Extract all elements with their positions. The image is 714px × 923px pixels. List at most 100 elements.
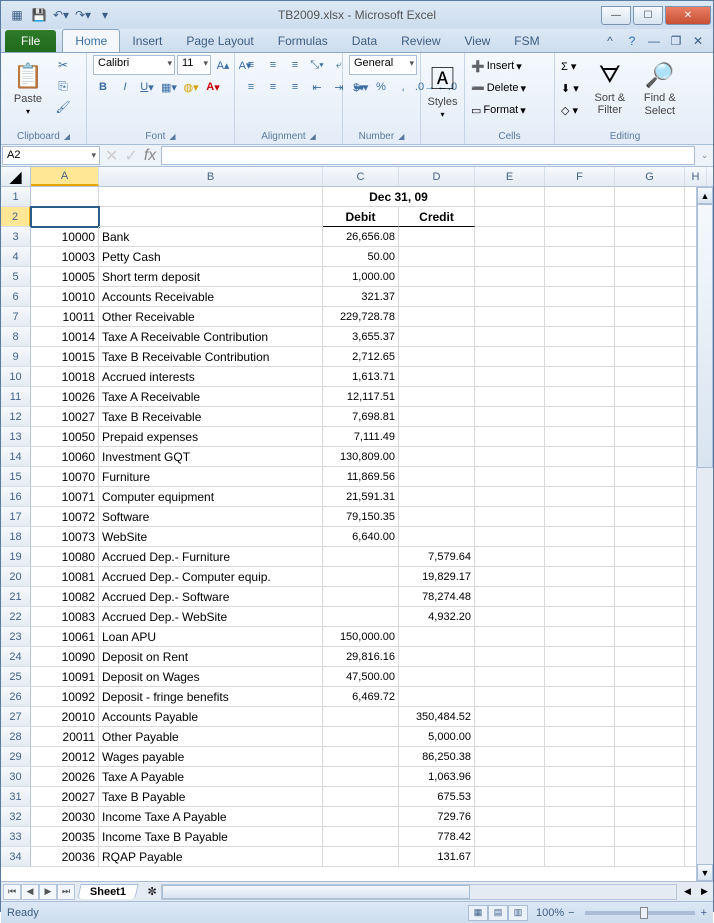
name-box[interactable]: A2 bbox=[2, 146, 100, 165]
cell[interactable]: 729.76 bbox=[399, 807, 475, 827]
cell[interactable]: Taxe B Payable bbox=[99, 787, 323, 807]
cell[interactable]: Accrued Dep.- Software bbox=[99, 587, 323, 607]
cell[interactable]: 10061 bbox=[31, 627, 99, 647]
cell[interactable]: 21,591.31 bbox=[323, 487, 399, 507]
cell[interactable]: Accrued interests bbox=[99, 367, 323, 387]
row-header[interactable]: 23 bbox=[1, 627, 31, 647]
cell[interactable] bbox=[475, 827, 545, 847]
cell[interactable] bbox=[399, 367, 475, 387]
cell[interactable] bbox=[545, 847, 615, 867]
zoom-level[interactable]: 100% bbox=[536, 907, 564, 919]
cell[interactable] bbox=[323, 607, 399, 627]
column-header[interactable]: B bbox=[99, 167, 323, 186]
cell[interactable]: 10073 bbox=[31, 527, 99, 547]
row-header[interactable]: 18 bbox=[1, 527, 31, 547]
cell[interactable] bbox=[323, 847, 399, 867]
zoom-in-icon[interactable]: + bbox=[701, 907, 707, 919]
cell[interactable]: 10010 bbox=[31, 287, 99, 307]
cell[interactable] bbox=[475, 387, 545, 407]
cell[interactable]: 26,656.08 bbox=[323, 227, 399, 247]
cell[interactable] bbox=[545, 247, 615, 267]
column-header[interactable]: E bbox=[475, 167, 545, 186]
cell[interactable]: Investment GQT bbox=[99, 447, 323, 467]
cell[interactable] bbox=[399, 467, 475, 487]
cell[interactable]: 10003 bbox=[31, 247, 99, 267]
row-header[interactable]: 21 bbox=[1, 587, 31, 607]
bold-button[interactable]: B bbox=[93, 77, 113, 97]
cell[interactable]: Deposit - fringe benefits bbox=[99, 687, 323, 707]
sheet-tab[interactable]: Sheet1 bbox=[77, 884, 138, 899]
cell[interactable] bbox=[545, 627, 615, 647]
cell[interactable] bbox=[615, 727, 685, 747]
cell[interactable] bbox=[323, 727, 399, 747]
row-header[interactable]: 29 bbox=[1, 747, 31, 767]
qat-more-icon[interactable]: ▾ bbox=[95, 5, 115, 25]
row-header[interactable]: 11 bbox=[1, 387, 31, 407]
align-bottom-icon[interactable]: ≡ bbox=[285, 55, 305, 75]
expand-formula-bar-icon[interactable]: ⌄ bbox=[696, 145, 713, 166]
cell[interactable]: 10082 bbox=[31, 587, 99, 607]
cell[interactable]: 10092 bbox=[31, 687, 99, 707]
cell[interactable] bbox=[615, 527, 685, 547]
font-size-combo[interactable]: 11 bbox=[177, 55, 211, 75]
align-top-icon[interactable]: ≡ bbox=[241, 55, 261, 75]
worksheet-grid[interactable]: ◢ ABCDEFGH 1Dec 31, 092DebitCredit310000… bbox=[1, 167, 713, 881]
row-header[interactable]: 6 bbox=[1, 287, 31, 307]
cell[interactable] bbox=[475, 807, 545, 827]
styles-button[interactable]: 🄰 Styles ▾ bbox=[427, 55, 458, 123]
cell[interactable]: 350,484.52 bbox=[399, 707, 475, 727]
cell[interactable] bbox=[475, 667, 545, 687]
hscroll-right-icon[interactable]: ▶ bbox=[696, 886, 713, 897]
cell[interactable] bbox=[399, 447, 475, 467]
mdi-restore-icon[interactable]: ❐ bbox=[667, 32, 685, 50]
tab-file[interactable]: File bbox=[5, 30, 56, 52]
cell[interactable]: 20035 bbox=[31, 827, 99, 847]
row-header[interactable]: 24 bbox=[1, 647, 31, 667]
cell[interactable] bbox=[545, 647, 615, 667]
cell[interactable] bbox=[475, 687, 545, 707]
column-header[interactable]: G bbox=[615, 167, 685, 186]
cell[interactable]: 20026 bbox=[31, 767, 99, 787]
orientation-icon[interactable]: ⤡▾ bbox=[307, 55, 327, 75]
cell[interactable]: 6,640.00 bbox=[323, 527, 399, 547]
tab-review[interactable]: Review bbox=[389, 30, 452, 52]
help-icon[interactable]: ? bbox=[623, 32, 641, 50]
cancel-formula-icon[interactable]: ✕ bbox=[105, 146, 118, 166]
cell[interactable] bbox=[615, 627, 685, 647]
cell[interactable]: Software bbox=[99, 507, 323, 527]
italic-button[interactable]: I bbox=[115, 77, 135, 97]
cell[interactable]: 19,829.17 bbox=[399, 567, 475, 587]
cell[interactable] bbox=[399, 227, 475, 247]
cell[interactable] bbox=[545, 327, 615, 347]
cell[interactable]: 10026 bbox=[31, 387, 99, 407]
cell[interactable]: 10011 bbox=[31, 307, 99, 327]
cell[interactable]: 10090 bbox=[31, 647, 99, 667]
cell[interactable]: 1,000.00 bbox=[323, 267, 399, 287]
hscroll-thumb[interactable] bbox=[162, 885, 470, 899]
cell[interactable]: Deposit on Wages bbox=[99, 667, 323, 687]
cell[interactable] bbox=[399, 647, 475, 667]
format-painter-icon[interactable]: 🖌 bbox=[53, 97, 73, 117]
horizontal-scrollbar[interactable] bbox=[161, 884, 677, 900]
zoom-out-icon[interactable]: − bbox=[568, 907, 574, 919]
cell[interactable]: 20012 bbox=[31, 747, 99, 767]
cell[interactable] bbox=[545, 427, 615, 447]
sheet-nav-first-icon[interactable]: ⏮ bbox=[3, 884, 21, 900]
cell[interactable] bbox=[475, 847, 545, 867]
cell[interactable]: 78,274.48 bbox=[399, 587, 475, 607]
cell[interactable]: 10080 bbox=[31, 547, 99, 567]
cell[interactable]: 86,250.38 bbox=[399, 747, 475, 767]
cell[interactable] bbox=[615, 507, 685, 527]
cell[interactable] bbox=[475, 567, 545, 587]
cell[interactable]: Debit bbox=[323, 207, 399, 227]
column-header[interactable]: A bbox=[31, 167, 99, 186]
cell[interactable] bbox=[475, 327, 545, 347]
row-header[interactable]: 27 bbox=[1, 707, 31, 727]
cell[interactable] bbox=[475, 367, 545, 387]
row-header[interactable]: 16 bbox=[1, 487, 31, 507]
cell[interactable] bbox=[545, 387, 615, 407]
row-header[interactable]: 15 bbox=[1, 467, 31, 487]
cell[interactable] bbox=[323, 807, 399, 827]
cell[interactable] bbox=[323, 547, 399, 567]
cell[interactable] bbox=[399, 667, 475, 687]
